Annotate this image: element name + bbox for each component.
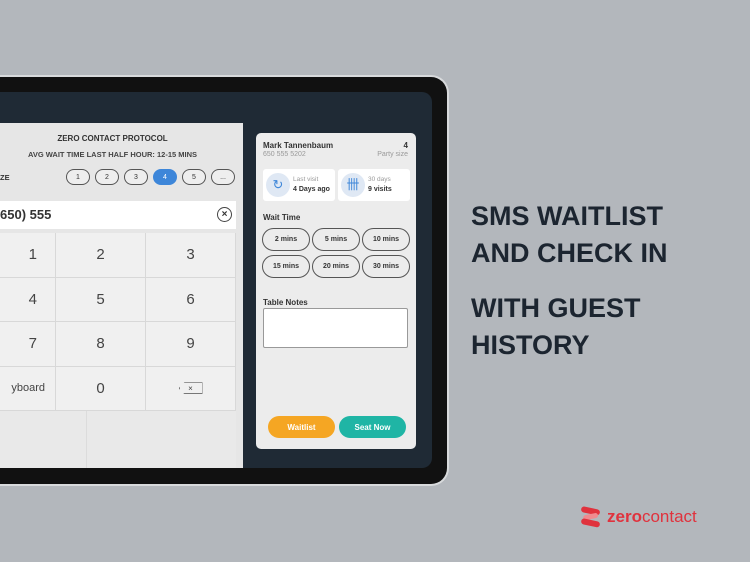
key-9[interactable]: 9 <box>146 322 236 367</box>
phone-input[interactable]: 650) 555 × <box>0 201 236 229</box>
visits-value: 9 visits <box>368 186 392 193</box>
key-8[interactable]: 8 <box>56 322 146 367</box>
checkin-panel: ZERO CONTACT PROTOCOL AVG WAIT TIME LAST… <box>0 123 243 468</box>
party-option-3[interactable]: 3 <box>124 169 148 185</box>
backspace-key[interactable]: × <box>146 366 236 411</box>
party-option-1[interactable]: 1 <box>66 169 90 185</box>
phone-value: 650) 555 <box>0 207 52 222</box>
last-visit-stat: ↻ Last visit 4 Days ago <box>263 169 335 201</box>
key-7[interactable]: 7 <box>0 322 56 367</box>
headline-line-2: AND CHECK IN <box>471 238 668 268</box>
waitlist-button[interactable]: Waitlist <box>268 416 335 438</box>
table-notes-label: Table Notes <box>263 298 308 307</box>
tally-icon: 卌 <box>341 173 365 197</box>
wait-time-options: 2 mins 5 mins 10 mins 15 mins 20 mins 30… <box>262 228 410 278</box>
party-size-caption: Party size <box>377 151 408 158</box>
key-5[interactable]: 5 <box>56 277 146 322</box>
key-3[interactable]: 3 <box>146 233 236 278</box>
party-size-selector: 1 2 3 4 5 ... <box>66 169 235 185</box>
logo-text-light: contact <box>641 507 697 526</box>
key-1[interactable]: 1 <box>0 233 56 278</box>
protocol-title: ZERO CONTACT PROTOCOL <box>57 134 168 143</box>
party-size-value: 4 <box>403 141 408 150</box>
guest-phone: 650 555 5202 <box>263 151 306 158</box>
wait-option[interactable]: 30 mins <box>362 255 410 278</box>
guest-name: Mark Tannenbaum <box>263 141 334 150</box>
clear-icon[interactable]: × <box>217 207 232 222</box>
wait-time-label: Wait Time <box>263 213 301 222</box>
party-option-more[interactable]: ... <box>211 169 235 185</box>
table-notes-input[interactable] <box>263 308 408 348</box>
wait-option[interactable]: 5 mins <box>312 228 360 251</box>
seat-now-button[interactable]: Seat Now <box>339 416 406 438</box>
key-6[interactable]: 6 <box>146 277 236 322</box>
wait-option[interactable]: 15 mins <box>262 255 310 278</box>
backspace-icon: × <box>178 382 203 395</box>
guest-card: Mark Tannenbaum 650 555 5202 4 Party siz… <box>256 133 416 449</box>
last-visit-value: 4 Days ago <box>293 186 330 193</box>
party-size-label: ZE <box>0 173 10 182</box>
headline-line-1: SMS WAITLIST <box>471 201 663 231</box>
last-visit-label: Last visit <box>293 176 319 183</box>
visits-label: 30 days <box>368 176 391 183</box>
party-option-4[interactable]: 4 <box>153 169 177 185</box>
avg-wait-time: AVG WAIT TIME LAST HALF HOUR: 12-15 MINS <box>27 150 198 159</box>
logo-mark-icon <box>581 506 600 528</box>
key-2[interactable]: 2 <box>56 233 146 278</box>
wait-option[interactable]: 2 mins <box>262 228 310 251</box>
wait-option[interactable]: 10 mins <box>362 228 410 251</box>
panel-footer <box>0 411 236 468</box>
party-option-2[interactable]: 2 <box>95 169 119 185</box>
key-4[interactable]: 4 <box>0 277 56 322</box>
headline-line-3: WITH GUEST <box>471 293 641 323</box>
logo-text-bold: zero <box>607 507 642 526</box>
refresh-icon: ↻ <box>266 173 290 197</box>
key-0[interactable]: 0 <box>56 366 146 411</box>
visits-stat: 卌 30 days 9 visits <box>338 169 410 201</box>
wait-option[interactable]: 20 mins <box>312 255 360 278</box>
party-option-5[interactable]: 5 <box>182 169 206 185</box>
zerocontact-logo: zerocontact <box>580 506 697 528</box>
keypad: 1 2 3 4 5 6 7 8 9 yboard 0 × <box>0 233 236 411</box>
headline-line-4: HISTORY <box>471 330 590 360</box>
key-keyboard[interactable]: yboard <box>0 366 56 411</box>
